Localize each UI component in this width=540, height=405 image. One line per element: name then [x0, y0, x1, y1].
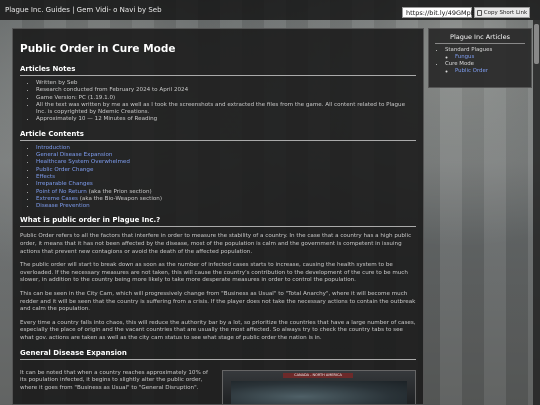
contents-link-effects[interactable]: Effects — [36, 174, 55, 180]
paragraph: Public Order refers to all the factors t… — [20, 233, 412, 255]
articles-sidebar: Plague Inc Articles Standard Plagues Fun… — [428, 28, 532, 88]
site-title[interactable]: Plague Inc. Guides | Gem Vidi- o Navi by… — [5, 6, 162, 14]
contents-item: Extreme Cases (aka the Bio-Weapon sectio… — [36, 196, 416, 203]
sidebar-item-cure-mode: Cure Mode Public Order — [445, 61, 525, 75]
list-item: Research conducted from February 2024 to… — [36, 87, 416, 94]
contents-link-public-order-change[interactable]: Public Order Change — [36, 167, 93, 173]
sidebar-list: Standard Plagues Fungus Cure Mode Public… — [435, 47, 525, 75]
world-map-image — [231, 380, 407, 404]
sidebar-title: Plague Inc Articles — [435, 33, 525, 44]
contents-item: Public Order Change — [36, 167, 416, 174]
copy-label: Copy Short Link — [483, 9, 528, 16]
scrollbar-thumb[interactable] — [534, 24, 539, 64]
paragraph: Every time a country falls into chaos, t… — [20, 319, 416, 341]
list-item: Approximately 10 — 12 Minutes of Reading — [36, 116, 416, 123]
notes-list: Written by Seb Research conducted from F… — [20, 80, 416, 124]
contents-link-irreparable-changes[interactable]: Irreparable Changes — [36, 181, 93, 187]
section-heading: General Disease Expansion — [20, 349, 416, 360]
contents-item: Effects — [36, 174, 416, 181]
article-panel: Public Order in Cure Mode Articles Notes… — [12, 28, 424, 405]
sidebar-item-fungus: Fungus — [455, 54, 525, 61]
notes-heading: Articles Notes — [20, 65, 416, 76]
page-title: Public Order in Cure Mode — [20, 43, 176, 55]
scrollbar[interactable] — [533, 20, 540, 405]
clipboard-icon — [476, 9, 482, 16]
sidebar-group-label[interactable]: Cure Mode — [445, 61, 474, 67]
contents-suffix: (aka the Prion section) — [86, 188, 152, 195]
contents-link-introduction[interactable]: Introduction — [36, 145, 70, 151]
contents-link-point-of-no-return[interactable]: Point of No Return — [36, 189, 87, 195]
screenshot-caption: CANADA - NORTH AMERICA — [283, 372, 353, 378]
contents-list: Introduction General Disease Expansion H… — [20, 145, 416, 211]
contents-item: Point of No Return (aka the Prion sectio… — [36, 189, 416, 196]
list-item: All the text was written by me as well a… — [36, 102, 416, 117]
contents-item: Irreparable Changes — [36, 181, 416, 188]
contents-link-extreme-cases[interactable]: Extreme Cases — [36, 196, 78, 202]
section-with-image: It can be noted that when a country reac… — [20, 364, 416, 404]
contents-item: Disease Prevention — [36, 203, 416, 210]
contents-item: Introduction — [36, 145, 416, 152]
paragraph: This can be seen in the City Cam, which … — [20, 291, 416, 313]
sidebar-group-label[interactable]: Standard Plagues — [445, 47, 492, 53]
list-item: Game Version: PC (1.19.1.0) — [36, 95, 416, 102]
sidebar-link-fungus[interactable]: Fungus — [455, 54, 474, 60]
contents-item: Healthcare System Overwhelmed — [36, 159, 416, 166]
sidebar-link-public-order[interactable]: Public Order — [455, 68, 488, 74]
section-heading: What is public order in Plague Inc.? — [20, 216, 416, 228]
sidebar-item-standard-plagues: Standard Plagues Fungus — [445, 47, 525, 61]
game-screenshot[interactable]: CANADA - NORTH AMERICA — [222, 369, 416, 404]
contents-link-healthcare-system[interactable]: Healthcare System Overwhelmed — [36, 159, 130, 165]
contents-heading: Article Contents — [20, 130, 416, 141]
sidebar-item-public-order: Public Order — [455, 68, 525, 75]
contents-suffix: (aka the Bio-Weapon section) — [77, 195, 163, 202]
contents-link-general-disease-expansion[interactable]: General Disease Expansion — [36, 152, 112, 158]
paragraph: The public order will start to break dow… — [20, 262, 408, 284]
contents-item: General Disease Expansion — [36, 152, 416, 159]
copy-short-link-button[interactable]: Copy Short Link — [474, 7, 530, 18]
paragraph: It can be noted that when a country reac… — [20, 369, 208, 391]
short-url-field[interactable]: https://bit.ly/49GMpEZ — [402, 7, 479, 18]
list-item: Written by Seb — [36, 80, 416, 87]
contents-link-disease-prevention[interactable]: Disease Prevention — [36, 203, 90, 209]
